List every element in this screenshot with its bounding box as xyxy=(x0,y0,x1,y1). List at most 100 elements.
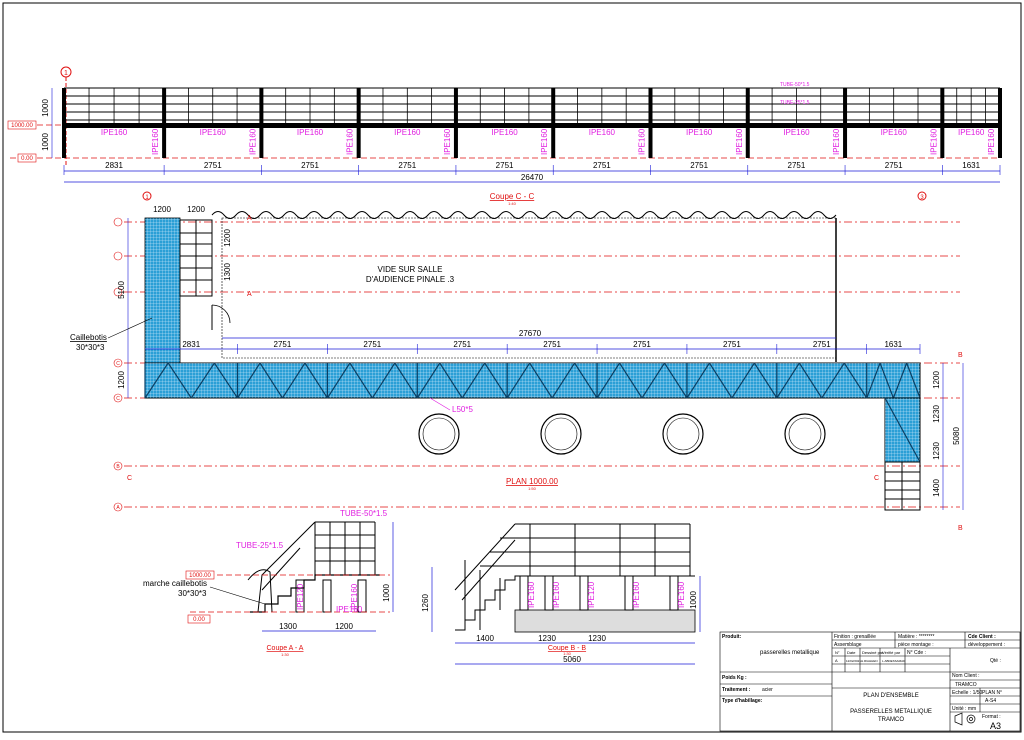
tb-nom-client-label: Nom Client : xyxy=(952,673,980,679)
tb-rev-r4: L.ABDESSAMAD xyxy=(882,659,906,663)
tb-format-label: Format : xyxy=(982,714,1001,720)
plan-span-dim: 2751 xyxy=(363,340,381,349)
elevation-post-beam-label: IPE160 xyxy=(248,128,257,155)
elevation-height-bottom: 1000 xyxy=(41,133,50,151)
tb-matiere: Matière : ******** xyxy=(898,634,934,640)
projection-symbol-icon xyxy=(954,712,976,726)
section-b-dim-2: 1230 xyxy=(538,634,556,643)
elevation-beam-label: IPE160 xyxy=(200,128,227,137)
stair-width: 1200 xyxy=(187,205,205,214)
plan-span-dim: 2831 xyxy=(182,340,200,349)
right-dim-3: 1230 xyxy=(932,442,941,460)
plan-column-3 xyxy=(784,413,826,455)
elevation-beam-label: IPE160 xyxy=(783,128,810,137)
elevation-post-6 xyxy=(648,88,653,158)
elevation-span-dim: 2751 xyxy=(885,161,903,170)
section-b-dim-left: 1260 xyxy=(421,594,430,612)
angle-leader xyxy=(429,397,451,411)
section-a-step-label: marche caillebotis xyxy=(143,579,207,588)
right-dim-1: 1200 xyxy=(932,371,941,389)
elevation-span-dims: 2831 2751 2751 2751 2751 2751 2751 2751 2751 1631 xyxy=(105,161,980,170)
elevation-span-dim: 1631 xyxy=(962,161,980,170)
plan-level-scale: 1:50 xyxy=(528,486,537,491)
plan-span-dim: 2751 xyxy=(543,340,561,349)
section-b-dim-right: 1000 xyxy=(689,591,698,609)
tube-label-top: TUBE-50*1.5 xyxy=(780,82,810,88)
elevation-post-4 xyxy=(453,88,458,158)
plan-span-dim: 2751 xyxy=(453,340,471,349)
level-label-0: 0.00 xyxy=(21,156,33,162)
section-a-dim-2: 1200 xyxy=(335,622,353,631)
elevation-post-9 xyxy=(940,88,945,158)
upper-stair xyxy=(179,219,213,297)
plan-axis-tag-label: C xyxy=(116,396,120,402)
section-a-step-leader xyxy=(209,586,266,605)
elevation-span-dim: 2831 xyxy=(105,161,123,170)
section-mark-c2: C xyxy=(874,475,879,482)
plan-columns xyxy=(418,413,826,455)
angle-label: L50*5 xyxy=(452,405,473,414)
section-a-beam-1: IPE120 xyxy=(296,583,305,610)
section-a-column-2 xyxy=(322,579,332,613)
tb-rev-h1: N° xyxy=(835,650,840,655)
tb-assemblage: Assemblage xyxy=(834,642,862,648)
caillebotis-label: Caillebotis xyxy=(70,333,107,342)
plan-axis-tag xyxy=(113,217,123,227)
tb-traitement-label: Traitement : xyxy=(722,687,751,693)
section-b-beam-label: IPE160 xyxy=(527,581,536,608)
tb-piece-montage: pièce montage : xyxy=(898,642,934,648)
tb-format-value: A3 xyxy=(990,721,1001,731)
tb-title-3: TRAMCO xyxy=(878,717,904,723)
tb-plan-no-value: A-S4 xyxy=(985,698,996,704)
section-mark-b2: B xyxy=(958,525,963,532)
plan-column-inner-2 xyxy=(666,417,700,451)
tb-poids-label: Poids Kg : xyxy=(722,675,747,681)
tb-qte-label: Qté : xyxy=(990,658,1001,664)
tb-habillage-label: Type d'habillage: xyxy=(722,698,763,704)
elevation-post-beam-label: IPE160 xyxy=(637,128,646,155)
grid-marker-label: 1 xyxy=(64,70,68,77)
section-b-scale: 1:30 xyxy=(563,651,572,656)
tb-rev-h4: Vérifié par xyxy=(882,650,901,655)
tb-rev-h2: Date xyxy=(847,650,856,655)
tb-rev-r2: 12/02/2021 xyxy=(846,659,861,663)
tb-rev-r3: H.RIAHHEN xyxy=(861,659,878,663)
elevation-span-dim: 2751 xyxy=(496,161,514,170)
tb-cde-label: N° Cde : xyxy=(907,650,926,656)
lower-stair xyxy=(884,461,921,511)
elevation-post-8 xyxy=(843,88,848,158)
elevation-post-beam-label: IPE160 xyxy=(929,128,938,155)
overall-width-dim: 27670 xyxy=(519,329,542,338)
plan-axis-tag xyxy=(113,251,123,261)
elevation-beam-label: IPE160 xyxy=(101,128,128,137)
elevation-beam-label: IPE160 xyxy=(491,128,518,137)
left-height: 5100 xyxy=(117,281,126,299)
plan-level-label: PLAN 1000.00 xyxy=(506,477,559,486)
level-label-1000: 1000.00 xyxy=(11,123,33,129)
tb-title-1: PLAN D'ENSEMBLE xyxy=(863,693,919,699)
section-b-dim-3: 1230 xyxy=(588,634,606,643)
left-grating-pattern xyxy=(145,218,180,366)
elevation-span-dim: 2751 xyxy=(301,161,319,170)
elevation-post-0 xyxy=(62,88,66,158)
section-a-level-bottom: 0.00 xyxy=(193,617,205,623)
section-b-view: IPE160 IPE160 IPE120 IPE160 IPE160 1260 1000… xyxy=(421,523,701,665)
plan-column-inner-1 xyxy=(544,417,578,451)
tb-rev-h3: Dessiné par xyxy=(862,650,884,655)
section-b-slab xyxy=(514,609,696,633)
elevation-beam-label: IPE160 xyxy=(394,128,421,137)
tb-echelle: Echelle : 1/50 xyxy=(952,690,983,696)
elevation-span-dim: 2751 xyxy=(690,161,708,170)
elevation-post-beam-label: IPE160 xyxy=(735,128,744,155)
plan-view: Coupe C - C 1:40 1 3 CCBA VIDE SUR SALLE… xyxy=(70,191,964,532)
elevation-post-10 xyxy=(998,88,1002,158)
tb-nom-client-value: TRAMCO xyxy=(955,682,977,688)
right-dim-4: 1400 xyxy=(932,479,941,497)
section-a-beam-3: IPE160 xyxy=(350,583,359,610)
drawing-sheet: 1 1000.00 0.00 1000 1000 IPE160 IPE160 IPE… xyxy=(0,0,1024,735)
elevation-beam-label: IPE160 xyxy=(958,128,985,137)
section-a-dim-1: 1300 xyxy=(279,622,297,631)
right-dim-2: 1230 xyxy=(932,405,941,423)
section-a-view: 1000.00 0.00 TUBE-50*1.5 TUBE-25*1.5 mar… xyxy=(143,509,394,657)
plan-column-1 xyxy=(540,413,582,455)
